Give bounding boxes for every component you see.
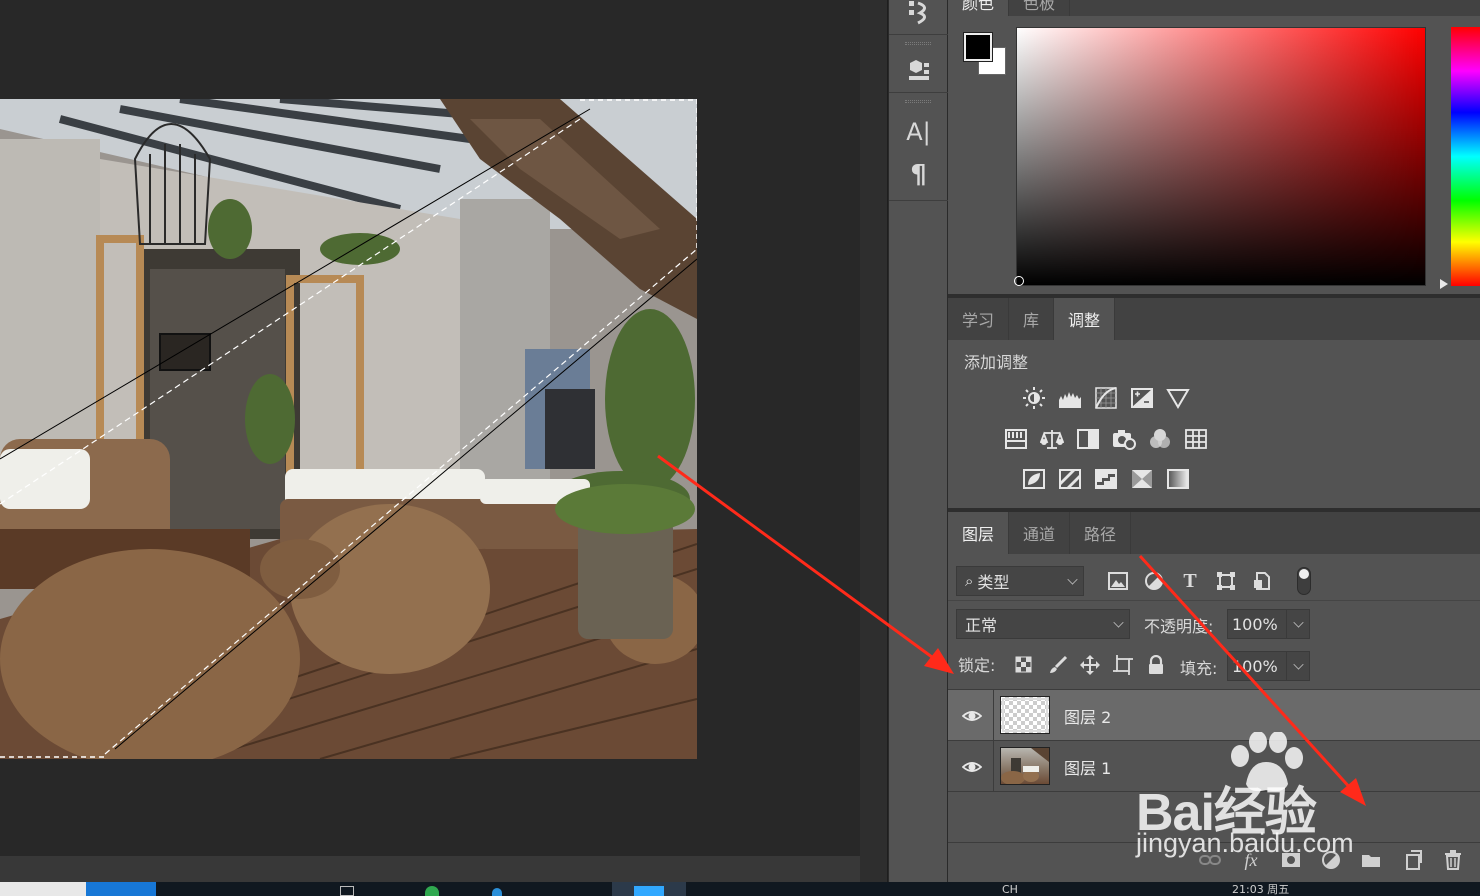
new-layer-icon[interactable] (1401, 848, 1425, 872)
character-icon[interactable]: A| (889, 112, 948, 152)
visibility-eye-icon[interactable] (962, 757, 982, 777)
add-adjustment-heading: 添加调整 (964, 353, 1029, 372)
tab-adjustments[interactable]: 调整 (1054, 298, 1116, 340)
blend-mode-select[interactable]: 正常 (956, 609, 1130, 639)
taskbar-clock[interactable]: 21:03 周五 (1232, 884, 1289, 896)
row-divider (948, 600, 1480, 601)
layer-thumbnail-photo[interactable] (1000, 747, 1050, 785)
row-separator (993, 741, 994, 792)
channel-mixer-icon[interactable] (1147, 426, 1173, 452)
taskbar-app-icon[interactable] (492, 888, 502, 896)
3d-icon[interactable] (889, 50, 948, 90)
tab-color[interactable]: 颜色 (948, 0, 1010, 16)
blend-mode-value: 正常 (965, 616, 998, 635)
fill-value: 100% (1232, 656, 1278, 676)
hue-slider[interactable] (1451, 27, 1480, 286)
gradient-map-icon[interactable] (1165, 466, 1191, 492)
smart-object-filter-icon[interactable] (1250, 569, 1274, 593)
black-white-icon[interactable] (1075, 426, 1101, 452)
tool-separator (889, 200, 948, 201)
opacity-dropdown[interactable] (1286, 609, 1310, 639)
brightness-contrast-icon[interactable] (1021, 385, 1047, 411)
tab-learn[interactable]: 学习 (948, 298, 1010, 340)
layer-name[interactable]: 图层 1 (1064, 755, 1111, 779)
chevron-down-icon (1113, 617, 1124, 628)
hue-saturation-icon[interactable] (1003, 426, 1029, 452)
color-balance-icon[interactable] (1039, 426, 1065, 452)
pixel-layer-filter-icon[interactable] (1106, 569, 1130, 593)
color-saturation-field[interactable] (1016, 27, 1426, 286)
curves-icon[interactable] (1093, 385, 1119, 411)
posterize-icon[interactable] (1057, 466, 1083, 492)
shape-layer-filter-icon[interactable] (1214, 569, 1238, 593)
layer-thumbnail-transparent[interactable] (1000, 696, 1050, 734)
taskbar-app-item[interactable] (86, 882, 156, 896)
ime-indicator[interactable]: CH (1002, 884, 1018, 896)
row-separator (993, 690, 994, 741)
taskbar-photoshop-item[interactable] (612, 882, 686, 896)
adjust-panel-tabs: 学习 库 调整 (948, 298, 1480, 340)
color-panel-tabs: 颜色 色板 (948, 0, 1480, 16)
watermark-url: jingyan.baidu.com (1136, 828, 1354, 858)
levels-icon[interactable] (1057, 385, 1083, 411)
layer-name[interactable]: 图层 2 (1064, 704, 1111, 728)
lock-image-pixels-icon[interactable] (1046, 653, 1070, 677)
lock-position-icon[interactable] (1078, 653, 1102, 677)
tool-grip[interactable] (905, 100, 931, 103)
tool-separator (889, 92, 948, 93)
history-icon[interactable] (889, 0, 948, 32)
hue-slider-handle[interactable] (1440, 279, 1448, 289)
tool-grip[interactable] (905, 42, 931, 45)
character-glyph: A| (906, 118, 931, 146)
tab-paths[interactable]: 路径 (1070, 512, 1132, 554)
adjustment-layer-filter-icon[interactable] (1142, 569, 1166, 593)
fill-label: 填充: (1180, 659, 1218, 678)
trash-icon[interactable] (1441, 848, 1465, 872)
type-layer-filter-icon[interactable]: T (1178, 569, 1202, 593)
canvas-horizontal-scrollbar[interactable] (0, 856, 860, 882)
vibrance-icon[interactable] (1165, 385, 1191, 411)
layer-filter-select[interactable]: ⌕ 类型 (956, 566, 1084, 596)
baidu-watermark: Bai经验 jingyan.baidu.com (1134, 732, 1404, 862)
tool-separator (889, 34, 948, 35)
patio-photo-image (0, 99, 697, 759)
taskbar-start[interactable] (0, 882, 86, 896)
tab-layers[interactable]: 图层 (948, 512, 1010, 554)
fill-dropdown[interactable] (1286, 651, 1310, 681)
canvas-photo[interactable] (0, 99, 697, 759)
chevron-down-icon (1067, 574, 1078, 585)
taskbar-app-icon[interactable] (425, 886, 439, 896)
photo-filter-icon[interactable] (1111, 426, 1137, 452)
lock-all-icon[interactable] (1144, 653, 1168, 677)
canvas-panel-gutter (860, 0, 888, 882)
panel-icon-strip: A| ¶ (888, 0, 948, 882)
lock-label: 锁定: (958, 656, 996, 675)
color-picker-handle[interactable] (1014, 276, 1024, 286)
opacity-value: 100% (1232, 614, 1278, 634)
layer-filter-label: 类型 (977, 573, 1010, 592)
chevron-down-icon (1293, 659, 1304, 670)
foreground-color-swatch[interactable] (963, 32, 993, 62)
layers-panel-tabs: 图层 通道 路径 (948, 512, 1480, 554)
tab-swatches[interactable]: 色板 (1009, 0, 1071, 16)
selective-color-icon[interactable] (1129, 466, 1155, 492)
invert-icon[interactable] (1021, 466, 1047, 492)
color-lookup-icon[interactable] (1183, 426, 1209, 452)
paragraph-glyph: ¶ (910, 160, 927, 190)
fill-input[interactable]: 100% (1227, 651, 1287, 681)
paragraph-icon[interactable]: ¶ (889, 155, 948, 195)
threshold-icon[interactable] (1093, 466, 1119, 492)
visibility-eye-icon[interactable] (962, 706, 982, 726)
tab-channels[interactable]: 通道 (1009, 512, 1071, 554)
opacity-label: 不透明度: (1144, 617, 1214, 636)
lock-artboard-icon[interactable] (1111, 653, 1135, 677)
opacity-input[interactable]: 100% (1227, 609, 1287, 639)
filter-toggle[interactable] (1297, 567, 1311, 595)
search-icon: ⌕ (965, 572, 974, 590)
exposure-icon[interactable] (1129, 385, 1155, 411)
taskbar-window-icon[interactable] (340, 886, 354, 896)
chevron-down-icon (1293, 617, 1304, 628)
lock-transparent-pixels-icon[interactable] (1012, 653, 1036, 677)
tab-libraries[interactable]: 库 (1009, 298, 1055, 340)
